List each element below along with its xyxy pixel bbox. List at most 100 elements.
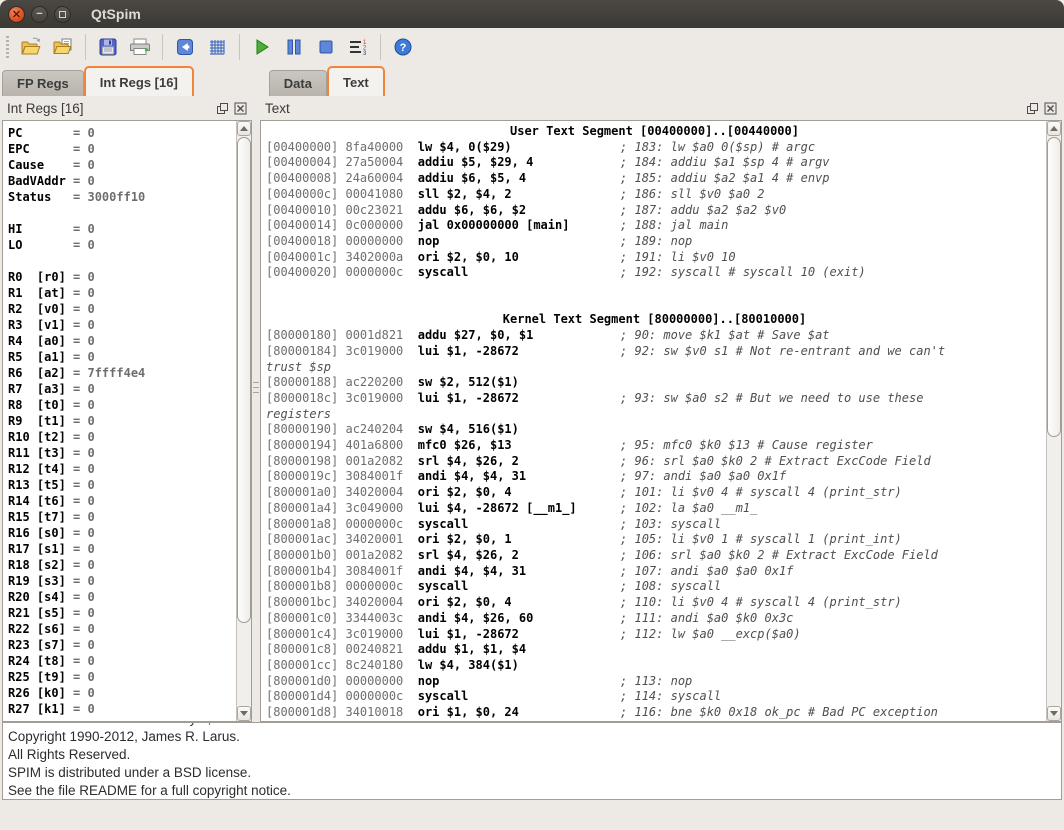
code-wrap-line: registers [266,407,1043,423]
segment-header: Kernel Text Segment [80000000]..[8001000… [266,312,1043,328]
load-file-icon[interactable] [15,32,47,62]
tab-strip: FP RegsInt Regs [16] DataText [0,66,1064,96]
code-line: [00400020] 0000000c syscall ; 192: sysca… [266,265,1043,281]
register-row: R22 [s6] = 0 [8,621,233,637]
toolbar-separator [85,34,86,60]
code-line: [800001a4] 3c049000 lui $4, -28672 [__m1… [266,501,1043,517]
register-row: R21 [s5] = 0 [8,605,233,621]
register-row: R20 [s4] = 0 [8,589,233,605]
svg-text:3: 3 [363,51,367,57]
toolbar-drag-handle[interactable] [6,36,9,58]
register-row: HI = 0 [8,221,233,237]
int-regs-panel-title: Int Regs [16] [7,101,84,116]
tab-fp-regs[interactable]: FP Regs [2,70,84,96]
code-line: [80000194] 401a6800 mfc0 $26, $13 ; 95: … [266,438,1043,454]
close-button[interactable]: ✕ [8,6,25,23]
register-row: R2 [v0] = 0 [8,301,233,317]
scroll-down-icon[interactable] [237,706,251,721]
code-line: [00400010] 00c23021 addu $6, $6, $2 ; 18… [266,203,1043,219]
register-row: R9 [t1] = 0 [8,413,233,429]
code-line: [800001d4] 0000000c syscall ; 114: sysca… [266,689,1043,705]
code-line: [800001b4] 3084001f andi $4, $4, 31 ; 10… [266,564,1043,580]
minimize-button[interactable]: − [31,6,48,23]
code-line: [00400000] 8fa40000 lw $4, 0($29) ; 183:… [266,140,1043,156]
code-line: [80000188] ac220200 sw $2, 512($1) [266,375,1043,391]
code-line: [80000198] 001a2082 srl $4, $26, 2 ; 96:… [266,454,1043,470]
save-log-icon[interactable] [92,32,124,62]
close-panel-icon[interactable] [1043,101,1058,115]
code-line: [800001c0] 3344003c andi $4, $26, 60 ; 1… [266,611,1043,627]
register-row: R1 [at] = 0 [8,285,233,301]
tab-data[interactable]: Data [269,70,327,96]
register-row: EPC = 0 [8,141,233,157]
register-row [8,253,233,269]
register-row: BadVAddr = 0 [8,173,233,189]
code-line: [800001ac] 34020001 ori $2, $0, 1 ; 105:… [266,532,1043,548]
text-panel-header: Text [260,96,1062,120]
maximize-button[interactable] [54,6,71,23]
stop-icon[interactable] [310,32,342,62]
register-row: R13 [t5] = 0 [8,477,233,493]
int-regs-scrollbar[interactable] [236,121,251,721]
toolbar: 123? [0,28,1064,66]
code-line: [80000180] 0001d821 addu $27, $0, $1 ; 9… [266,328,1043,344]
scroll-down-icon[interactable] [1047,706,1061,721]
code-line: [00400018] 00000000 nop ; 189: nop [266,234,1043,250]
register-row: R6 [a2] = 7ffff4e4 [8,365,233,381]
code-line: [8000019c] 3084001f andi $4, $4, 31 ; 97… [266,469,1043,485]
print-icon[interactable] [124,32,156,62]
panel-splitter[interactable] [252,96,260,722]
text-panel-title: Text [265,101,290,116]
code-line: [0040000c] 00041080 sll $2, $4, 2 ; 186:… [266,187,1043,203]
register-row: R18 [s2] = 0 [8,557,233,573]
toolbar-separator [380,34,381,60]
message-line: SPIM is distributed under a BSD license. [8,764,1061,782]
code-line: [800001cc] 8c240180 lw $4, 384($1) [266,658,1043,674]
code-line: [00400004] 27a50004 addiu $5, $29, 4 ; 1… [266,155,1043,171]
titlebar: ✕ − QtSpim [0,0,1064,28]
reinit-simulator-icon[interactable] [169,32,201,62]
toolbar-separator [162,34,163,60]
text-scroll-thumb[interactable] [1047,137,1061,437]
help-icon[interactable]: ? [387,32,419,62]
message-line: Copyright 1990-2012, James R. Larus. [8,728,1061,746]
register-row: R17 [s1] = 0 [8,541,233,557]
code-blank-line [266,281,1043,297]
message-line: All Rights Reserved. [8,746,1061,764]
register-row: R24 [t8] = 0 [8,653,233,669]
code-line: [800001a8] 0000000c syscall ; 103: sysca… [266,517,1043,533]
qtspim-window: ✕ − QtSpim 123? FP RegsInt Regs [16] Dat… [0,0,1064,830]
single-step-icon[interactable]: 123 [342,32,374,62]
window-title: QtSpim [91,6,141,22]
messages-area[interactable]: SPIM Version 9.1.5 of February 4, 2012Co… [2,722,1062,800]
register-row: R15 [t7] = 0 [8,509,233,525]
register-row: LO = 0 [8,237,233,253]
register-row: R14 [t6] = 0 [8,493,233,509]
int-regs-panel-header: Int Regs [16] [2,96,252,120]
int-regs-view: PC = 0EPC = 0Cause = 0BadVAddr = 0Status… [2,120,252,722]
tab-text[interactable]: Text [327,66,385,96]
scroll-up-icon[interactable] [237,121,251,136]
register-row: Status = 3000ff10 [8,189,233,205]
code-line: [800001dc] 1741000a bne $26, $1, 40 [266,721,1043,722]
code-line: [800001b8] 0000000c syscall ; 108: sysca… [266,579,1043,595]
code-line: [800001d8] 34010018 ori $1, $0, 24 ; 116… [266,705,1043,721]
int-regs-scroll-thumb[interactable] [237,137,251,623]
register-row [8,205,233,221]
register-row: R0 [r0] = 0 [8,269,233,285]
code-line: [800001a0] 34020004 ori $2, $0, 4 ; 101:… [266,485,1043,501]
float-panel-icon[interactable] [215,101,230,115]
tab-int-regs-16[interactable]: Int Regs [16] [84,66,194,96]
pause-icon[interactable] [278,32,310,62]
float-panel-icon[interactable] [1025,101,1040,115]
clear-registers-icon[interactable] [201,32,233,62]
text-scrollbar[interactable] [1046,121,1061,721]
close-panel-icon[interactable] [233,101,248,115]
register-row: R10 [t2] = 0 [8,429,233,445]
scroll-up-icon[interactable] [1047,121,1061,136]
register-row: R11 [t3] = 0 [8,445,233,461]
status-bar [0,800,1064,830]
run-icon[interactable] [246,32,278,62]
reinit-load-file-icon[interactable] [47,32,79,62]
register-row: R26 [k0] = 0 [8,685,233,701]
